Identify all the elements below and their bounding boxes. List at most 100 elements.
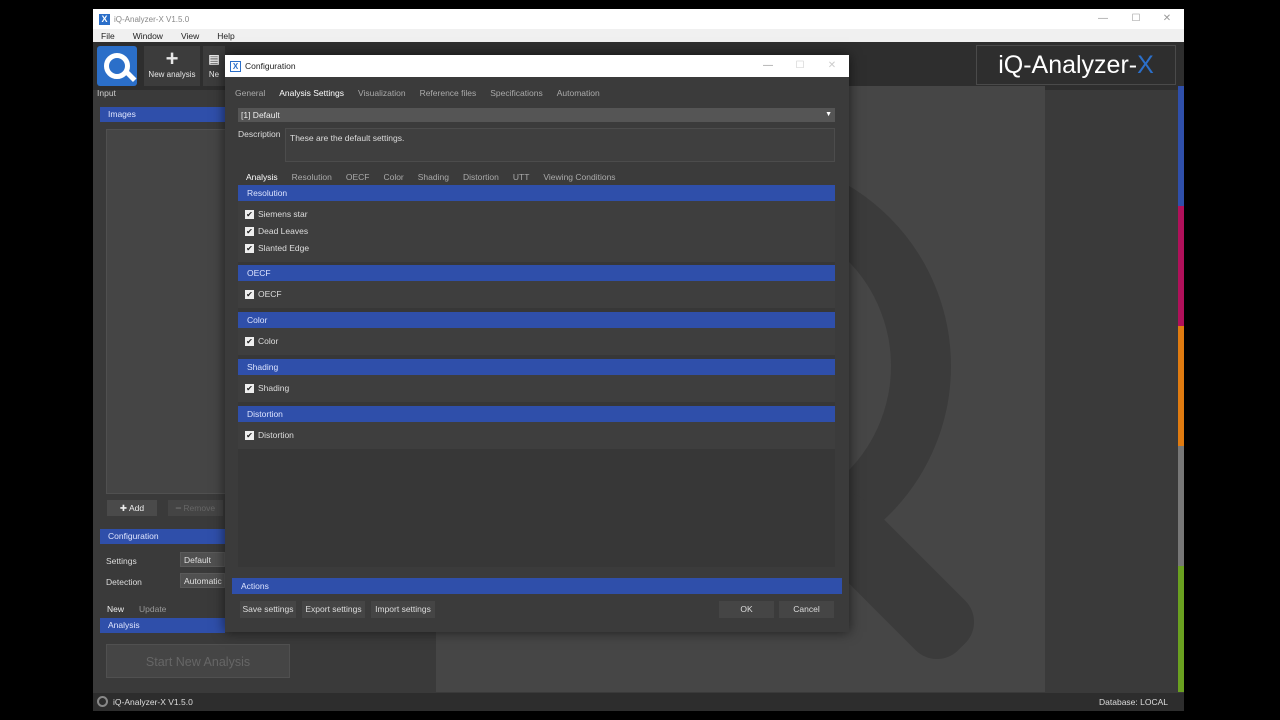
import-settings-button[interactable]: Import settings xyxy=(371,601,435,618)
checkbox-label: Dead Leaves xyxy=(258,226,309,236)
sub-tabs: Analysis Resolution OECF Color Shading D… xyxy=(246,172,630,182)
brand-logo: iQ-Analyzer-X xyxy=(976,45,1176,85)
tab-analysis-settings[interactable]: Analysis Settings xyxy=(279,88,344,98)
subtab-oecf[interactable]: OECF xyxy=(346,172,370,182)
checkbox-distortion[interactable]: ✔ Distortion xyxy=(245,430,294,440)
app-logo-icon xyxy=(97,46,137,86)
dialog-title-bar: X Configuration — ☐ ✕ xyxy=(225,55,849,77)
images-list[interactable] xyxy=(106,129,226,494)
add-button[interactable]: ✚ Add xyxy=(107,500,157,516)
subtab-utt[interactable]: UTT xyxy=(513,172,530,182)
check-icon: ✔ xyxy=(245,209,254,219)
subtab-viewing-conditions[interactable]: Viewing Conditions xyxy=(543,172,615,182)
toolbar-button-partial[interactable]: ▤ Ne xyxy=(203,46,225,86)
tab-new[interactable]: New xyxy=(107,604,124,614)
section-header-oecf: OECF xyxy=(238,265,835,281)
minimize-icon[interactable]: — xyxy=(753,55,783,77)
minimize-icon[interactable]: — xyxy=(1088,9,1118,29)
tab-specifications[interactable]: Specifications xyxy=(490,88,542,98)
title-bar: X iQ-Analyzer-X V1.5.0 — ☐ ✕ xyxy=(93,9,1184,29)
start-new-analysis-button[interactable]: Start New Analysis xyxy=(106,644,290,678)
tab-general[interactable]: General xyxy=(235,88,265,98)
tab-update[interactable]: Update xyxy=(139,604,166,614)
export-settings-button[interactable]: Export settings xyxy=(302,601,365,618)
section-header-shading: Shading xyxy=(238,359,835,375)
subtab-color[interactable]: Color xyxy=(383,172,403,182)
remove-label: Remove xyxy=(183,503,216,513)
color-strip xyxy=(1178,86,1184,692)
actions-header: Actions xyxy=(232,578,842,594)
section-body-oecf: ✔ OECF xyxy=(238,281,835,308)
section-body-distortion: ✔ Distortion xyxy=(238,422,835,449)
section-body-resolution: ✔ Siemens star ✔ Dead Leaves ✔ Slanted Edge xyxy=(238,201,835,262)
subtab-resolution[interactable]: Resolution xyxy=(292,172,332,182)
cancel-button[interactable]: Cancel xyxy=(779,601,834,618)
chevron-down-icon: ▼ xyxy=(825,111,832,118)
checkbox-dead-leaves[interactable]: ✔ Dead Leaves xyxy=(245,226,308,236)
maximize-icon: ☐ xyxy=(795,60,805,71)
tab-reference-files[interactable]: Reference files xyxy=(420,88,477,98)
checkbox-shading[interactable]: ✔ Shading xyxy=(245,383,289,393)
check-icon: ✔ xyxy=(245,243,254,253)
menu-help[interactable]: Help xyxy=(217,31,234,41)
input-label: Input xyxy=(97,88,116,98)
toolbar-partial-label: Ne xyxy=(208,70,220,79)
remove-button[interactable]: ━ Remove xyxy=(168,500,223,516)
subtab-distortion[interactable]: Distortion xyxy=(463,172,499,182)
detection-select[interactable]: Automatic xyxy=(180,573,225,588)
status-logo-icon xyxy=(97,696,108,707)
new-analysis-label: New analysis xyxy=(148,70,196,79)
tab-automation[interactable]: Automation xyxy=(557,88,600,98)
strip-segment xyxy=(1178,326,1184,446)
description-field[interactable]: These are the default settings. xyxy=(285,128,835,162)
configuration-dialog: X Configuration — ☐ ✕ General Analysis S… xyxy=(225,55,849,632)
dialog-app-icon: X xyxy=(230,60,241,72)
subtab-shading[interactable]: Shading xyxy=(418,172,449,182)
checkbox-label: Shading xyxy=(258,383,290,393)
checkbox-slanted-edge[interactable]: ✔ Slanted Edge xyxy=(245,243,309,253)
menu-view[interactable]: View xyxy=(181,31,199,41)
check-icon: ✔ xyxy=(245,336,254,346)
profile-select[interactable]: [1] Default ▼ xyxy=(238,108,835,122)
status-bar: iQ-Analyzer-X V1.5.0 Database: LOCAL xyxy=(93,693,1184,711)
settings-select[interactable]: Default xyxy=(180,552,225,567)
checkbox-label: Color xyxy=(258,336,279,346)
plus-icon: + xyxy=(165,46,179,71)
check-icon: ✔ xyxy=(245,383,254,393)
checkbox-label: Siemens star xyxy=(258,209,308,219)
strip-segment xyxy=(1178,86,1184,206)
top-tabs: General Analysis Settings Visualization … xyxy=(235,88,614,98)
strip-segment xyxy=(1178,566,1184,692)
plus-icon: ✚ xyxy=(119,503,129,513)
ok-button[interactable]: OK xyxy=(719,601,774,618)
checkbox-color[interactable]: ✔ Color xyxy=(245,336,278,346)
configuration-header: Configuration xyxy=(100,529,225,544)
profile-value: [1] Default xyxy=(241,110,280,120)
maximize-icon[interactable]: ☐ xyxy=(1121,9,1151,29)
checkbox-label: OECF xyxy=(258,289,282,299)
checkbox-label: Slanted Edge xyxy=(258,243,310,253)
close-icon[interactable]: ✕ xyxy=(1152,9,1182,29)
close-icon[interactable]: ✕ xyxy=(817,55,847,77)
strip-segment xyxy=(1178,206,1184,326)
checkbox-oecf[interactable]: ✔ OECF xyxy=(245,289,282,299)
subtab-analysis[interactable]: Analysis xyxy=(246,172,278,182)
section-body-color: ✔ Color xyxy=(238,328,835,355)
save-settings-button[interactable]: Save settings xyxy=(240,601,296,618)
app-icon: X xyxy=(99,13,110,25)
section-body-shading: ✔ Shading xyxy=(238,375,835,402)
brand-text: iQ-Analyzer- xyxy=(998,51,1138,79)
strip-segment xyxy=(1178,446,1184,566)
description-label: Description xyxy=(238,129,281,139)
document-icon: ▤ xyxy=(208,52,220,66)
check-icon: ✔ xyxy=(245,289,254,299)
checkbox-siemens-star[interactable]: ✔ Siemens star xyxy=(245,209,308,219)
new-analysis-button[interactable]: + New analysis xyxy=(144,46,200,86)
menu-window[interactable]: Window xyxy=(133,31,163,41)
menu-file[interactable]: File xyxy=(101,31,115,41)
section-header-distortion: Distortion xyxy=(238,406,835,422)
check-icon: ✔ xyxy=(245,430,254,440)
tab-visualization[interactable]: Visualization xyxy=(358,88,406,98)
section-header-color: Color xyxy=(238,312,835,328)
images-header: Images xyxy=(100,107,225,122)
